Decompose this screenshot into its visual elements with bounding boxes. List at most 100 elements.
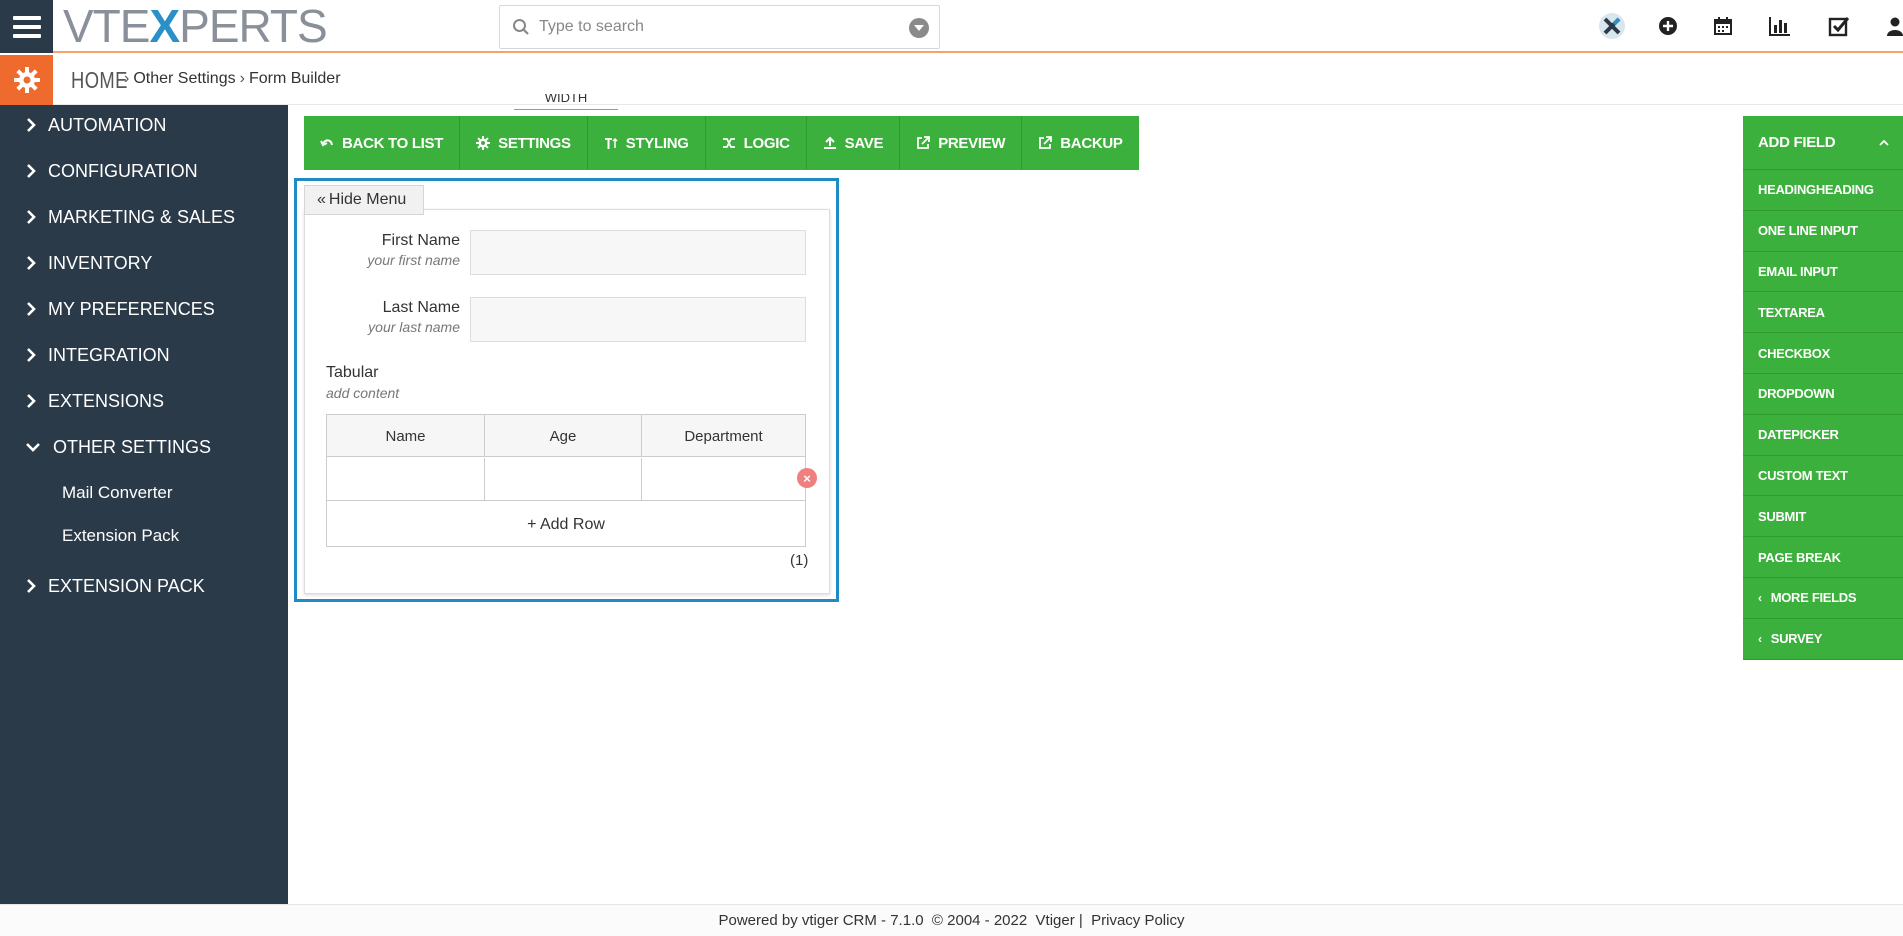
survey-button[interactable]: ‹ SURVEY bbox=[1743, 618, 1903, 660]
undo-icon bbox=[320, 139, 333, 147]
backup-label: BACKUP bbox=[1060, 134, 1123, 152]
sidebar-item-my-preferences[interactable]: MY PREFERENCES bbox=[0, 289, 288, 329]
sidebar-item-label: INVENTORY bbox=[48, 252, 153, 273]
add-row-button[interactable]: + Add Row bbox=[327, 502, 805, 547]
breadcrumb-item-other-settings[interactable]: Other Settings bbox=[133, 70, 235, 87]
sidebar-item-label: AUTOMATION bbox=[48, 114, 167, 135]
text-height-icon bbox=[604, 137, 618, 149]
row-count: (1) bbox=[790, 552, 809, 569]
save-button[interactable]: SAVE bbox=[807, 116, 901, 170]
footer: Powered by vtiger CRM - 7.1.0 © 2004 - 2… bbox=[0, 904, 1903, 936]
field-type-textarea[interactable]: TEXTAREA bbox=[1743, 292, 1903, 334]
calendar-icon[interactable] bbox=[1708, 11, 1738, 41]
chevron-right-icon: › bbox=[124, 70, 130, 87]
chevron-right-icon bbox=[27, 210, 36, 224]
field-type-dropdown[interactable]: DROPDOWN bbox=[1743, 373, 1903, 415]
tabular-table: Name Age Department + Add Row bbox=[326, 414, 806, 547]
more-fields-button[interactable]: ‹ MORE FIELDS bbox=[1743, 577, 1903, 619]
sidebar-subitem-mail-converter[interactable]: Mail Converter bbox=[62, 483, 173, 503]
field-type-datepicker[interactable]: DATEPICKER bbox=[1743, 414, 1903, 456]
hide-menu-button[interactable]: «Hide Menu bbox=[304, 185, 424, 215]
tabular-hint: add content bbox=[326, 385, 400, 401]
back-to-list-button[interactable]: BACK TO LIST bbox=[304, 116, 461, 170]
add-field-label: ADD FIELD bbox=[1758, 134, 1836, 151]
breadcrumb-item-form-builder[interactable]: Form Builder bbox=[249, 70, 341, 87]
table-cell-name[interactable] bbox=[327, 458, 485, 501]
first-name-hint: your first name bbox=[367, 252, 460, 268]
sidebar-item-label: OTHER SETTINGS bbox=[53, 436, 212, 457]
settings-button[interactable]: SETTINGS bbox=[460, 116, 588, 170]
first-name-field[interactable] bbox=[470, 230, 806, 275]
breadcrumb: HOME › Other Settings › Form Builder bbox=[0, 55, 1903, 105]
field-type-email-input[interactable]: EMAIL INPUT bbox=[1743, 251, 1903, 293]
footer-text: Powered by vtiger CRM - 7.1.0 © 2004 - 2… bbox=[718, 912, 1185, 929]
search-icon bbox=[513, 19, 529, 35]
styling-label: STYLING bbox=[625, 134, 689, 152]
last-name-label: Last Name bbox=[382, 299, 460, 316]
top-bar: VTEXPERTS Type to search bbox=[0, 0, 1903, 53]
vtexperts-x-icon[interactable] bbox=[1597, 11, 1627, 41]
chevron-right-icon bbox=[27, 118, 36, 132]
sidebar-item-inventory[interactable]: INVENTORY bbox=[0, 243, 288, 283]
sidebar-item-marketing-sales[interactable]: MARKETING & SALES bbox=[0, 197, 288, 237]
add-field-header[interactable]: ADD FIELD bbox=[1743, 116, 1903, 170]
settings-label: SETTINGS bbox=[498, 134, 571, 152]
checkbox-icon[interactable] bbox=[1824, 11, 1854, 41]
chevron-down-icon bbox=[26, 443, 40, 452]
sidebar-item-extension-pack[interactable]: EXTENSION PACK bbox=[0, 566, 288, 606]
field-type-checkbox[interactable]: CHECKBOX bbox=[1743, 333, 1903, 374]
field-type-heading[interactable]: HEADINGHEADING bbox=[1743, 170, 1903, 211]
chevron-right-icon bbox=[27, 256, 36, 270]
last-name-field[interactable] bbox=[470, 297, 806, 342]
width-label: WIDTH bbox=[514, 94, 618, 110]
preview-button[interactable]: PREVIEW bbox=[900, 116, 1023, 170]
breadcrumb-trail: › Other Settings › Form Builder bbox=[120, 70, 341, 88]
backup-button[interactable]: BACKUP bbox=[1022, 116, 1138, 170]
chevron-right-icon bbox=[27, 394, 36, 408]
search-dropdown-icon[interactable] bbox=[909, 18, 929, 38]
random-icon bbox=[722, 138, 735, 148]
column-header-age: Age bbox=[485, 415, 642, 457]
back-to-list-label: BACK TO LIST bbox=[342, 134, 444, 152]
field-type-custom-text[interactable]: CUSTOM TEXT bbox=[1743, 455, 1903, 497]
bar-chart-icon[interactable] bbox=[1765, 11, 1795, 41]
sidebar-item-integration[interactable]: INTEGRATION bbox=[0, 335, 288, 375]
sidebar-item-extensions[interactable]: EXTENSIONS bbox=[0, 381, 288, 421]
hide-menu-label: Hide Menu bbox=[328, 191, 407, 208]
upload-icon bbox=[823, 136, 836, 149]
chevron-left-icon: ‹ bbox=[1758, 590, 1762, 605]
table-cell-age[interactable] bbox=[485, 458, 642, 501]
sidebar-subitem-extension-pack[interactable]: Extension Pack bbox=[62, 526, 179, 546]
hamburger-menu-icon[interactable] bbox=[0, 0, 53, 53]
form-builder-toolbar: BACK TO LIST SETTINGS STYLING LOGIC SAVE… bbox=[304, 116, 1139, 170]
settings-gear-icon[interactable] bbox=[0, 55, 53, 105]
delete-row-icon[interactable]: × bbox=[797, 468, 817, 488]
field-type-submit[interactable]: SUBMIT bbox=[1743, 496, 1903, 538]
vtexperts-logo[interactable]: VTEXPERTS bbox=[63, 2, 328, 50]
global-search[interactable]: Type to search bbox=[499, 5, 940, 49]
table-cell-department[interactable] bbox=[642, 458, 805, 501]
user-icon[interactable] bbox=[1880, 11, 1903, 41]
settings-sidebar: AUTOMATION CONFIGURATION MARKETING & SAL… bbox=[0, 105, 288, 904]
styling-button[interactable]: STYLING bbox=[588, 116, 706, 170]
last-name-label-group: Last Name your last name bbox=[310, 297, 460, 357]
sidebar-item-label: EXTENSIONS bbox=[48, 390, 165, 411]
gear-icon bbox=[476, 136, 491, 150]
sidebar-item-configuration[interactable]: CONFIGURATION bbox=[0, 151, 288, 191]
column-header-name: Name bbox=[327, 415, 485, 457]
chevron-left-icon: ‹ bbox=[1758, 631, 1762, 646]
sidebar-item-other-settings[interactable]: OTHER SETTINGS bbox=[0, 427, 288, 467]
chevron-right-icon bbox=[27, 579, 36, 593]
double-chevron-left-icon: « bbox=[317, 191, 326, 208]
tabular-title: Tabular bbox=[326, 364, 379, 381]
field-type-one-line-input[interactable]: ONE LINE INPUT bbox=[1743, 210, 1903, 252]
sidebar-item-label: MY PREFERENCES bbox=[48, 298, 215, 319]
logic-button[interactable]: LOGIC bbox=[706, 116, 807, 170]
sidebar-item-automation[interactable]: AUTOMATION bbox=[0, 105, 288, 145]
plus-circle-icon[interactable] bbox=[1653, 11, 1683, 41]
save-label: SAVE bbox=[844, 134, 884, 152]
sidebar-item-label: CONFIGURATION bbox=[48, 160, 198, 181]
field-type-page-break[interactable]: PAGE BREAK bbox=[1743, 537, 1903, 578]
sidebar-item-label: EXTENSION PACK bbox=[48, 575, 205, 596]
search-input[interactable]: Type to search bbox=[539, 18, 644, 36]
